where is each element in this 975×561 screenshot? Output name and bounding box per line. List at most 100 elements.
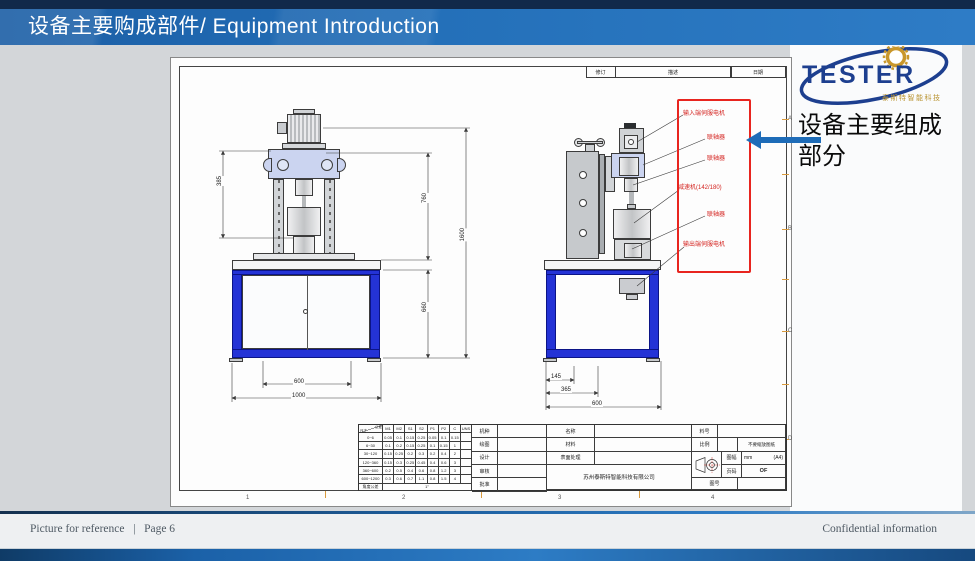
tolerance-cell: 0.4 bbox=[405, 467, 416, 475]
tolerance-cell: 600~1200 bbox=[359, 475, 383, 483]
tolerance-cell: 0.6 bbox=[394, 475, 405, 483]
tolerance-cell: 120~360 bbox=[359, 459, 383, 467]
logo-subtitle: 泰斯特智能科技 bbox=[882, 93, 942, 103]
process-label: 绘图 bbox=[472, 438, 498, 451]
projection-symbol bbox=[692, 452, 722, 479]
tolerance-cell: 0.6 bbox=[439, 459, 450, 467]
part-no-label: 料号 bbox=[692, 425, 718, 438]
dim-600-side: 600 bbox=[591, 401, 603, 407]
tolerance-cell: 30~120 bbox=[359, 450, 383, 458]
tolerance-cell: 0.2 bbox=[428, 450, 439, 458]
tolerance-cell: 1.5 bbox=[439, 475, 450, 483]
process-value bbox=[498, 452, 547, 465]
tolerance-cell: 0.25 bbox=[416, 433, 427, 441]
dim-760: 760 bbox=[421, 193, 429, 203]
tolerance-cell: 0.4 bbox=[428, 459, 439, 467]
footer-reference: Picture for reference bbox=[30, 523, 125, 535]
info-label: 表面处理 bbox=[547, 452, 595, 465]
footer-left-text: Picture for reference | Page 6 bbox=[30, 523, 175, 535]
info-row: 表面处理 bbox=[547, 452, 692, 465]
dim-145: 145 bbox=[550, 374, 562, 380]
annotation-input-servo: 输入端伺服电机 bbox=[683, 111, 725, 118]
process-value bbox=[498, 465, 547, 478]
info-label: 名称 bbox=[547, 425, 595, 438]
tolerance-corner: 公差 尺寸 bbox=[359, 425, 383, 433]
dim-1600: 1600 bbox=[459, 228, 467, 241]
tolerance-row: 30~120 0.15 0.25 0.2 0.3 0.2 0.4 2 bbox=[359, 450, 472, 458]
annotation-reducer: 减速机(142/180) bbox=[678, 185, 722, 192]
info-row: 材料 bbox=[547, 438, 692, 451]
right-column: 料号 比例 不要缩放图纸 bbox=[692, 425, 786, 490]
tolerance-cell: 0.45 bbox=[416, 459, 427, 467]
process-value bbox=[498, 438, 547, 451]
tolerance-cell: 0.25 bbox=[394, 450, 405, 458]
dim-365: 365 bbox=[560, 387, 572, 393]
annotation-coupling-3: 联轴器 bbox=[707, 212, 725, 219]
info-label: 材料 bbox=[547, 438, 595, 451]
tolerance-cell: 0.4 bbox=[439, 450, 450, 458]
tolerance-cell: 0.5 bbox=[394, 467, 405, 475]
tester-logo: TESTER 泰斯特智能科技 bbox=[796, 46, 962, 108]
tolerance-cell: 0.15 bbox=[383, 450, 394, 458]
tolerance-cell: 0.15 bbox=[405, 433, 416, 441]
slide-content: 修订 描述 日期 A B C D 1 2 3 4 bbox=[0, 45, 975, 511]
tolerance-cell: 0.7 bbox=[405, 475, 416, 483]
tolerance-row: 600~1200 0.3 0.6 0.7 1.1 0.8 1.5 4 bbox=[359, 475, 472, 483]
info-value bbox=[595, 438, 692, 451]
process-label: 机种 bbox=[472, 425, 498, 438]
title-block: M1 M2 S1 S2 P1 P2 C UNS 0~6 0.05 0.1 bbox=[358, 424, 787, 491]
annotation-coupling-1: 联轴器 bbox=[707, 135, 725, 142]
tolerance-cell bbox=[461, 475, 472, 483]
part-no-value bbox=[718, 425, 786, 438]
drawing-sheet: 修订 描述 日期 A B C D 1 2 3 4 bbox=[170, 57, 792, 507]
tolerance-cell: S1 bbox=[405, 425, 416, 433]
tolerance-cell: P2 bbox=[439, 425, 450, 433]
corner-bottom-label: 尺寸 bbox=[360, 429, 367, 433]
title-banner: 设备主要购成部件/ Equipment Introduction bbox=[0, 9, 975, 45]
tolerance-cell bbox=[461, 442, 472, 450]
tolerance-cell: M2 bbox=[394, 425, 405, 433]
process-value bbox=[498, 478, 547, 491]
info-rows: 名称 材料 表面处理 bbox=[547, 425, 692, 465]
tolerance-cell: 0.15 bbox=[450, 433, 461, 441]
tolerance-cell: 0.3 bbox=[383, 475, 394, 483]
tolerance-cell: 6~30 bbox=[359, 442, 383, 450]
tolerance-cell: 0.2 bbox=[383, 467, 394, 475]
tolerance-cell: 0.8 bbox=[428, 475, 439, 483]
side-note: 设备主要组成部分 bbox=[798, 111, 960, 173]
company-name: 苏州泰斯特智能科技有限公司 bbox=[547, 465, 692, 490]
tolerance-cell: 4 bbox=[450, 475, 461, 483]
info-value bbox=[595, 452, 692, 465]
tolerance-cell: P1 bbox=[428, 425, 439, 433]
tolerance-cell: 0.1 bbox=[428, 442, 439, 450]
tolerance-row: 360~600 0.2 0.5 0.4 0.6 0.8 1.2 3 bbox=[359, 467, 472, 475]
logo-brand-text: TESTER bbox=[802, 63, 916, 88]
tolerance-cell: 0~6 bbox=[359, 433, 383, 441]
tolerance-cell: 0.1 bbox=[439, 433, 450, 441]
footer-confidential: Confidential information bbox=[822, 523, 937, 535]
tolerance-cell: 0.2 bbox=[405, 450, 416, 458]
footer-page-number: Page 6 bbox=[144, 523, 175, 535]
process-row: 机种 bbox=[472, 425, 547, 438]
tolerance-row: 120~360 0.15 0.3 0.25 0.45 0.4 0.6 3 bbox=[359, 459, 472, 467]
tolerance-cell: 1 bbox=[450, 442, 461, 450]
dim-600-front: 600 bbox=[293, 379, 305, 385]
tolerance-cell: UNS bbox=[461, 425, 472, 433]
slide: 设备主要购成部件/ Equipment Introduction 修订 描述 日… bbox=[0, 0, 975, 561]
process-row: 设计 bbox=[472, 452, 547, 465]
size-mm: mm bbox=[744, 455, 752, 461]
tolerance-cell: M1 bbox=[383, 425, 394, 433]
page-label: 页码 bbox=[722, 465, 742, 478]
scale-value bbox=[718, 438, 738, 451]
tolerance-cell bbox=[461, 433, 472, 441]
tolerance-row: 0~6 0.05 0.1 0.15 0.25 0.05 0.1 0.15 bbox=[359, 433, 472, 441]
process-row: 绘图 bbox=[472, 438, 547, 451]
tolerance-row: 6~30 0.1 0.2 0.15 0.25 0.1 0.15 1 bbox=[359, 442, 472, 450]
angle-label: 角度公差 bbox=[359, 484, 383, 491]
pointer-arrow-head-icon bbox=[746, 131, 761, 149]
corner-top-label: 公差 bbox=[375, 425, 382, 429]
footer-pipe: | bbox=[133, 523, 135, 535]
tolerance-cell: 0.25 bbox=[416, 442, 427, 450]
tolerance-cell: 0.6 bbox=[416, 467, 427, 475]
tolerance-cell: 360~600 bbox=[359, 467, 383, 475]
